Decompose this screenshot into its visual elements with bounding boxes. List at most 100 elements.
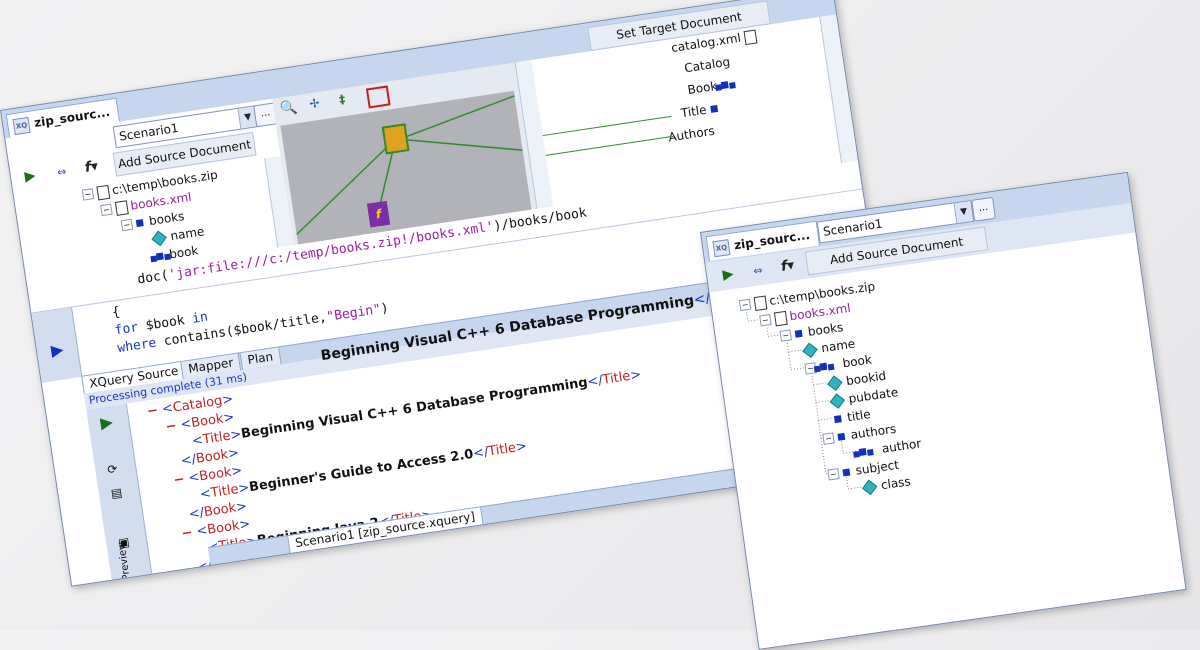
xml-tag: Book	[194, 447, 230, 467]
element-icon	[720, 81, 729, 90]
collapse-icon[interactable]: −	[173, 472, 186, 488]
collapse-icon[interactable]: −	[120, 218, 134, 232]
element-icon	[833, 415, 842, 424]
xpath-prefix: doc(	[136, 267, 170, 288]
document-icon	[114, 199, 129, 216]
paren: )	[379, 300, 390, 317]
scenario-dots-button[interactable]: ...	[971, 196, 997, 222]
xquery-file-icon: XQ	[712, 239, 731, 258]
target-node-title[interactable]: Title	[680, 100, 724, 120]
target-scrollbar[interactable]	[819, 14, 858, 164]
zoom-tree-panel: − c:\temp\books.zip − books.xml − books nam…	[709, 232, 1186, 649]
fit-icon[interactable]: ✢	[309, 94, 332, 117]
refresh-icon[interactable]: ⟳	[106, 462, 118, 477]
xml-tag: Book	[209, 572, 244, 587]
attribute-icon	[802, 342, 818, 359]
chevron-down-icon[interactable]: ▼	[953, 201, 974, 224]
xml-tag: Book	[190, 411, 225, 432]
function-icon[interactable]: f▾	[775, 254, 800, 279]
code-line: {	[111, 304, 122, 321]
keyword: in	[191, 309, 209, 327]
grid-icon[interactable]: ‡	[338, 90, 361, 113]
document-icon[interactable]: ▤	[110, 485, 123, 501]
mapping-link	[542, 115, 672, 137]
tree-label: author	[880, 436, 923, 456]
collapse-icon[interactable]: −	[181, 525, 194, 541]
collapse-icon[interactable]: −	[804, 362, 817, 375]
collapse-icon[interactable]: −	[779, 329, 792, 342]
collapse-icon[interactable]: −	[827, 468, 840, 481]
target-node-catalog[interactable]: Catalog	[683, 55, 731, 76]
collapse-icon[interactable]: −	[81, 188, 95, 201]
element-icon	[794, 329, 803, 338]
run-icon[interactable]: ▶	[99, 412, 114, 433]
document-icon	[773, 310, 788, 326]
result-title-text: Beginning Visual C++ 6 Database Programm…	[240, 375, 589, 442]
tree-label: name	[169, 224, 206, 244]
element-icon	[155, 252, 164, 261]
document-icon	[743, 28, 758, 45]
collapse-icon[interactable]: −	[738, 298, 752, 312]
document-icon	[96, 184, 111, 200]
collapse-icon[interactable]: −	[822, 432, 835, 445]
attribute-icon	[829, 393, 846, 409]
for-node-icon[interactable]	[381, 123, 410, 155]
tree-label: book	[168, 243, 200, 262]
result-title-text: Beginner's Guide to Access 2.0	[248, 446, 475, 496]
collapse-icon[interactable]: −	[759, 314, 772, 327]
attribute-icon	[827, 375, 843, 391]
target-node-book[interactable]: Book	[687, 76, 735, 97]
keyword: where	[116, 335, 158, 357]
link-icon[interactable]: ⇔	[745, 258, 770, 283]
xml-tag: Book	[206, 518, 241, 538]
tree-label: title	[846, 407, 872, 425]
mapping-link	[545, 135, 675, 156]
editor-gutter: ▶	[31, 307, 83, 383]
results-toolbar: ▶ ⟳ ▤ ▣ Preview	[86, 403, 153, 581]
zoom-icon[interactable]: 🔍	[279, 99, 302, 122]
collapse-icon[interactable]: −	[165, 418, 178, 434]
xml-tag: Title	[209, 482, 240, 501]
xml-tag: Title	[201, 428, 232, 448]
xml-tag: Title	[601, 368, 632, 388]
element-icon	[819, 362, 828, 371]
element-icon	[858, 448, 867, 456]
xquery-file-icon: XQ	[12, 116, 31, 136]
element-icon	[842, 468, 851, 477]
collapse-icon[interactable]: −	[146, 403, 159, 419]
tree-label: Authors	[667, 123, 716, 145]
mapping-link	[395, 138, 523, 151]
string: "Begin"	[325, 301, 382, 325]
element-icon	[837, 432, 846, 441]
run-icon[interactable]: ▶	[716, 262, 741, 287]
document-icon	[753, 295, 768, 311]
target-node-authors[interactable]: Authors	[667, 124, 715, 145]
result-title-2: <Title>Beginner's Guide to Access 2.0</T…	[199, 438, 528, 503]
xml-tag: Book	[202, 500, 238, 521]
function-icon[interactable]: f▾	[79, 155, 104, 180]
xml-tag: Book	[198, 464, 233, 485]
tree-label: class	[880, 474, 912, 493]
link-icon[interactable]: ⇔	[49, 159, 74, 184]
tree-label: Book	[686, 78, 719, 98]
attribute-icon	[861, 479, 878, 496]
element-icon	[709, 105, 718, 113]
xml-tag: Title	[487, 440, 518, 460]
attribute-icon	[151, 230, 167, 247]
tree-label: Title	[679, 102, 708, 121]
current-line-icon: ▶	[49, 339, 65, 360]
run-icon[interactable]: ▶	[18, 164, 43, 189]
keyword: for	[113, 320, 140, 339]
scenario-value: Scenario1	[118, 120, 180, 144]
result-book-cut: <Book>	[198, 571, 254, 587]
variable: $book	[144, 313, 186, 334]
frame-icon[interactable]	[365, 85, 391, 109]
scenario-value: Scenario1	[822, 216, 884, 239]
element-icon	[135, 219, 144, 228]
tree-label: Catalog	[683, 54, 731, 76]
collapse-icon[interactable]: −	[100, 203, 113, 217]
mapping-link	[403, 95, 515, 139]
zoom-window: XQ zip_sourc... Scenario1 ▼ ... ▶ ⇔ f▾ A…	[700, 171, 1187, 650]
tree-label: book	[841, 352, 873, 371]
function-node-icon[interactable]: f	[366, 200, 391, 228]
